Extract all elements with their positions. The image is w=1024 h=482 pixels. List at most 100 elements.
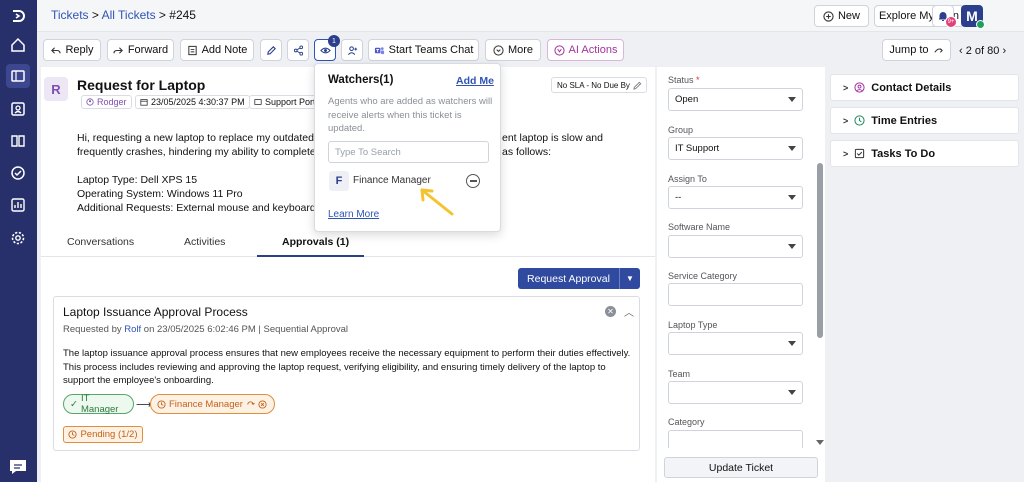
ai-actions-button[interactable]: AI Actions bbox=[547, 39, 624, 61]
contact-details-section[interactable]: > Contact Details bbox=[830, 74, 1019, 101]
cancel-circle-icon[interactable] bbox=[258, 399, 267, 409]
sla-badge[interactable]: No SLA - No Due By bbox=[551, 77, 647, 93]
breadcrumb: Tickets > All Tickets > #245 bbox=[51, 8, 196, 22]
watcher-avatar: F bbox=[329, 171, 349, 191]
pencil-icon bbox=[633, 81, 642, 90]
ticket-title: Request for Laptop bbox=[77, 77, 206, 93]
requester-tag[interactable]: Rodger bbox=[81, 95, 132, 109]
forward-button[interactable]: Forward bbox=[107, 39, 174, 61]
online-status-icon bbox=[976, 20, 985, 29]
update-ticket-button[interactable]: Update Ticket bbox=[664, 457, 818, 478]
settings-icon[interactable] bbox=[6, 226, 30, 250]
prev-ticket-icon[interactable]: ‹ bbox=[959, 45, 963, 57]
approval-status-badge: Pending (1/2) bbox=[63, 426, 143, 443]
home-icon[interactable] bbox=[6, 33, 30, 57]
close-icon[interactable]: ✕ bbox=[605, 306, 616, 317]
reply-icon bbox=[51, 46, 62, 54]
contact-details-label: Contact Details bbox=[871, 81, 952, 94]
created-date-tag: 23/05/2025 4:30:37 PM bbox=[135, 95, 250, 109]
scroll-down-icon[interactable] bbox=[816, 440, 824, 445]
tasks-to-do-section[interactable]: > Tasks To Do bbox=[830, 140, 1019, 167]
add-note-button[interactable]: Add Note bbox=[180, 39, 254, 61]
requester-name: Rodger bbox=[97, 97, 127, 107]
chevron-down-icon bbox=[788, 341, 796, 346]
reassign-icon[interactable] bbox=[246, 400, 255, 409]
remove-watcher-icon[interactable] bbox=[466, 174, 480, 188]
more-button[interactable]: More bbox=[485, 39, 541, 61]
approval-step-it-manager[interactable]: ✓ IT Manager bbox=[63, 393, 134, 415]
tab-approvals[interactable]: Approvals (1) bbox=[282, 236, 349, 248]
edit-button[interactable] bbox=[260, 39, 282, 61]
share-button[interactable] bbox=[287, 39, 309, 61]
reply-label: Reply bbox=[65, 44, 94, 56]
request-approval-label: Request Approval bbox=[527, 272, 610, 285]
reply-button[interactable]: Reply bbox=[43, 39, 101, 61]
watchers-count-badge: 1 bbox=[328, 35, 340, 47]
chevron-down-icon bbox=[788, 390, 796, 395]
breadcrumb-all-tickets[interactable]: All Tickets bbox=[102, 8, 156, 22]
chevron-up-icon[interactable]: ︿ bbox=[624, 304, 634, 319]
approval-step-finance-manager[interactable]: Finance Manager bbox=[150, 394, 275, 414]
start-teams-chat-button[interactable]: Start Teams Chat bbox=[368, 39, 479, 61]
learn-more-link[interactable]: Learn More bbox=[328, 209, 379, 220]
contacts-icon[interactable] bbox=[6, 97, 30, 121]
chevron-down-icon[interactable]: ▼ bbox=[620, 274, 640, 283]
step-label: Finance Manager bbox=[169, 398, 243, 410]
category-input[interactable] bbox=[668, 430, 803, 448]
step-label: IT Manager bbox=[80, 393, 119, 415]
service-category-input[interactable] bbox=[668, 283, 803, 306]
watchers-title: Watchers(1) bbox=[328, 74, 394, 86]
team-select[interactable] bbox=[668, 381, 803, 404]
time-entries-section[interactable]: > Time Entries bbox=[830, 107, 1019, 134]
tab-conversations[interactable]: Conversations bbox=[67, 236, 134, 248]
laptop-type-field-label: Laptop Type bbox=[668, 320, 718, 330]
software-name-select[interactable] bbox=[668, 235, 803, 258]
ticket-properties-panel: Status * Open Group IT Support Assign To… bbox=[657, 67, 825, 482]
breadcrumb-separator: > bbox=[155, 8, 170, 22]
forward-icon bbox=[113, 46, 123, 54]
start-teams-chat-label: Start Teams Chat bbox=[388, 44, 474, 56]
ticket-pager: ‹ 2 of 80 › bbox=[959, 45, 1006, 57]
tasks-to-do-label: Tasks To Do bbox=[871, 147, 936, 160]
knowledge-base-icon[interactable] bbox=[6, 129, 30, 153]
logo-icon[interactable] bbox=[6, 4, 30, 28]
request-approval-button[interactable]: Request Approval ▼ bbox=[518, 268, 640, 289]
created-date: 23/05/2025 4:30:37 PM bbox=[151, 97, 245, 107]
assign-to-select[interactable]: -- bbox=[668, 186, 803, 209]
approval-description: The laptop issuance approval process ens… bbox=[63, 348, 631, 386]
tickets-icon[interactable] bbox=[6, 64, 30, 88]
software-name-field-label: Software Name bbox=[668, 222, 731, 232]
properties-scrollbar[interactable] bbox=[817, 163, 823, 338]
notification-badge: 9+ bbox=[945, 16, 957, 28]
description-overflow: ent laptop is slow and as follows: bbox=[502, 131, 603, 159]
new-button[interactable]: New bbox=[814, 5, 869, 27]
eye-icon bbox=[319, 47, 331, 53]
breadcrumb-tickets[interactable]: Tickets bbox=[51, 8, 89, 22]
watcher-search-input[interactable] bbox=[328, 141, 489, 163]
group-value: IT Support bbox=[675, 143, 720, 154]
source-label: Support Porta bbox=[265, 97, 321, 107]
service-category-field-label: Service Category bbox=[668, 271, 738, 281]
user-circle-icon bbox=[854, 82, 865, 93]
reports-icon[interactable] bbox=[6, 193, 30, 217]
watcher-name: Finance Manager bbox=[353, 175, 431, 186]
watchers-popover: Watchers(1) Add Me Agents who are added … bbox=[314, 63, 501, 232]
approval-date-type: on 23/05/2025 6:02:46 PM | Sequential Ap… bbox=[141, 324, 349, 335]
top-bar: Tickets > All Tickets > #245 New Explore… bbox=[37, 0, 1024, 32]
add-me-link[interactable]: Add Me bbox=[456, 75, 494, 87]
laptop-type-select[interactable] bbox=[668, 332, 803, 355]
group-select[interactable]: IT Support bbox=[668, 137, 803, 160]
requester-link[interactable]: Rolf bbox=[124, 324, 141, 335]
status-field-label: Status * bbox=[668, 75, 700, 85]
jump-to-button[interactable]: Jump to bbox=[882, 39, 951, 61]
tasks-icon[interactable] bbox=[6, 161, 30, 185]
note-icon bbox=[187, 45, 197, 55]
next-ticket-icon[interactable]: › bbox=[1002, 45, 1006, 57]
chat-icon[interactable] bbox=[8, 458, 28, 476]
add-watcher-button[interactable] bbox=[341, 39, 363, 61]
checkbox-icon bbox=[855, 148, 865, 159]
tab-activities[interactable]: Activities bbox=[184, 236, 225, 248]
status-select[interactable]: Open bbox=[668, 88, 803, 111]
share-icon bbox=[293, 44, 303, 56]
chevron-right-icon: > bbox=[843, 148, 849, 159]
